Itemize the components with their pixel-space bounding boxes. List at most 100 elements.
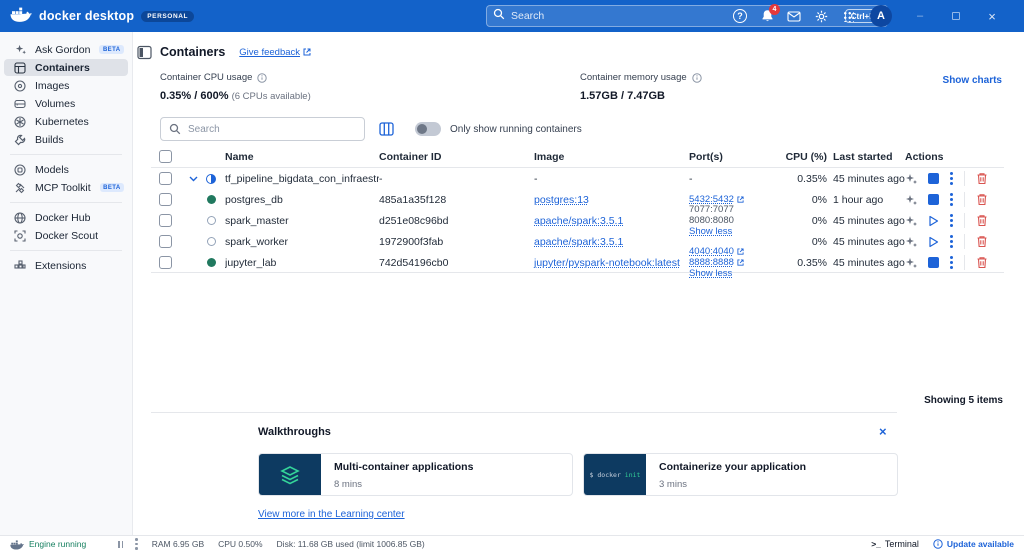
walkthrough-card-containerize[interactable]: $ docker init Containerize your applicat… (583, 453, 898, 496)
row-checkbox[interactable] (159, 193, 172, 206)
sidebar-item-ask-gordon[interactable]: Ask Gordon BETA (4, 41, 128, 58)
start-button[interactable] (928, 215, 939, 227)
container-image-link[interactable]: postgres:13 (534, 194, 589, 206)
terminal-button[interactable]: Terminal (871, 539, 919, 549)
sidebar-item-containers[interactable]: Containers (4, 59, 128, 76)
sidebar-item-mcp-toolkit[interactable]: MCP Toolkit BETA (4, 179, 128, 196)
more-actions-button[interactable] (950, 235, 953, 248)
container-image-link[interactable]: apache/spark:3.5.1 (534, 236, 623, 248)
chevron-down-icon[interactable] (189, 176, 198, 182)
container-image-link[interactable]: jupyter/pyspark-notebook:latest (534, 257, 680, 269)
show-charts-link[interactable]: Show charts (943, 75, 1002, 86)
stop-button[interactable] (928, 257, 939, 268)
port-link[interactable]: 8888:8888 (689, 257, 734, 268)
delete-button[interactable] (976, 193, 988, 206)
trash-icon (977, 215, 987, 227)
container-cpu: 0.35% (797, 172, 827, 185)
port-link[interactable]: 4040:4040 (689, 246, 734, 257)
pause-engine-button[interactable] (118, 540, 124, 548)
start-button[interactable] (928, 236, 939, 248)
delete-button[interactable] (976, 172, 988, 185)
table-row[interactable]: spark_master d251e08c96bd apache/spark:3… (151, 204, 1004, 237)
delete-button[interactable] (976, 235, 988, 248)
sidebar-item-builds[interactable]: Builds (4, 131, 128, 148)
row-checkbox[interactable] (159, 235, 172, 248)
container-id: 485a1a35f128 (379, 193, 447, 206)
container-search[interactable] (160, 117, 365, 141)
table-row[interactable]: jupyter_lab 742d54196cb0 jupyter/pyspark… (151, 246, 1004, 279)
actions-divider (964, 213, 965, 228)
collapse-sidebar-button[interactable] (137, 45, 152, 60)
search-icon (493, 7, 505, 25)
column-header-last-started[interactable]: Last started (833, 151, 905, 163)
close-walkthroughs-button[interactable] (879, 424, 887, 439)
show-less-link[interactable]: Show less (689, 268, 744, 279)
help-button[interactable] (732, 8, 748, 24)
sidebar-item-extensions[interactable]: Extensions (4, 257, 128, 274)
sidebar-item-docker-hub[interactable]: Docker Hub (4, 209, 128, 226)
sidebar-item-models[interactable]: Models (4, 161, 128, 178)
avatar[interactable]: A (870, 5, 892, 27)
toggle-knob (417, 124, 427, 134)
give-feedback-link[interactable]: Give feedback (239, 47, 311, 58)
column-header-container-id[interactable]: Container ID (379, 151, 534, 163)
sidebar-item-label: MCP Toolkit (35, 181, 91, 194)
learning-center-link[interactable]: View more in the Learning center (258, 509, 405, 520)
sidebar-item-volumes[interactable]: Volumes (4, 95, 128, 112)
ask-gordon-action-button[interactable] (905, 257, 917, 269)
more-actions-button[interactable] (950, 193, 953, 206)
walkthrough-card-title: Containerize your application (659, 461, 807, 473)
sparkles-icon (906, 257, 917, 268)
delete-button[interactable] (976, 214, 988, 227)
ask-gordon-action-button[interactable] (905, 236, 917, 248)
external-link-icon (737, 248, 744, 255)
feedback-button[interactable] (786, 8, 802, 24)
engine-more-button[interactable] (135, 538, 138, 550)
container-search-input[interactable] (188, 123, 356, 135)
maximize-button[interactable] (948, 8, 964, 24)
delete-button[interactable] (976, 256, 988, 269)
column-header-name[interactable]: Name (225, 151, 379, 163)
select-all-checkbox[interactable] (159, 150, 172, 163)
info-icon[interactable] (257, 72, 268, 83)
column-header-image[interactable]: Image (534, 151, 689, 163)
walkthrough-card-multi-container[interactable]: Multi-container applications 8 mins (258, 453, 573, 496)
whale-status-icon[interactable] (10, 539, 24, 550)
row-checkbox[interactable] (159, 172, 172, 185)
minimize-button[interactable] (912, 8, 928, 24)
running-only-toggle[interactable] (415, 122, 441, 136)
external-link-icon (737, 196, 744, 203)
row-checkbox[interactable] (159, 214, 172, 227)
notifications-button[interactable]: 4 (759, 4, 780, 24)
stop-button[interactable] (928, 194, 939, 205)
more-actions-button[interactable] (950, 172, 953, 185)
column-header-ports[interactable]: Port(s) (689, 151, 785, 163)
settings-button[interactable] (813, 8, 829, 24)
sidebar-item-docker-scout[interactable]: Docker Scout (4, 227, 128, 244)
info-icon[interactable] (691, 72, 702, 83)
ask-gordon-action-button[interactable] (905, 215, 917, 227)
walkthrough-tile: $ docker init (584, 454, 646, 495)
ask-gordon-action-button[interactable] (905, 173, 917, 185)
table-row[interactable]: postgres_db 485a1a35f128 postgres:13 543… (151, 189, 1004, 210)
table-row[interactable]: spark_worker 1972900f3fab apache/spark:3… (151, 231, 1004, 252)
port-mapping: 7077:7077 (689, 204, 734, 215)
more-actions-button[interactable] (950, 256, 953, 269)
memory-usage-stat: Container memory usage 1.57GB / 7.47GB (580, 72, 702, 102)
column-header-cpu[interactable]: CPU (%) (785, 151, 833, 163)
stop-button[interactable] (928, 173, 939, 184)
row-checkbox[interactable] (159, 256, 172, 269)
brand: docker desktop PERSONAL (10, 0, 195, 32)
table-row[interactable]: tf_pipeline_bigdata_con_infraestructurad… (151, 168, 1004, 189)
update-available-button[interactable]: Update available (933, 539, 1014, 549)
columns-settings-button[interactable] (379, 122, 394, 136)
container-image-link[interactable]: apache/spark:3.5.1 (534, 215, 623, 227)
more-actions-button[interactable] (950, 214, 953, 227)
close-button[interactable] (984, 8, 1000, 24)
sidebar-item-kubernetes[interactable]: Kubernetes (4, 113, 128, 130)
sparkles-icon (906, 194, 917, 205)
sidebar-item-images[interactable]: Images (4, 77, 128, 94)
walkthrough-card-title: Multi-container applications (334, 461, 474, 473)
ask-gordon-action-button[interactable] (905, 194, 917, 206)
apps-menu-button[interactable] (840, 8, 856, 24)
